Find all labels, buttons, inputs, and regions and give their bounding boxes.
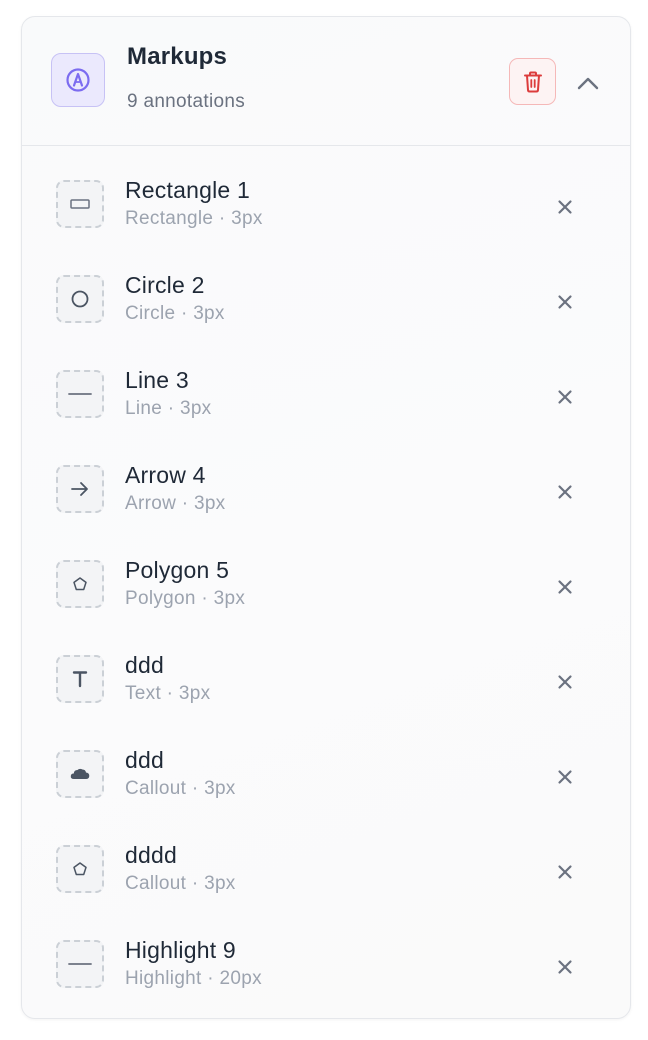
remove-annotation-button[interactable] bbox=[552, 479, 578, 505]
close-icon bbox=[557, 484, 573, 500]
annotation-item[interactable]: Highlight 9 Highlight · 20px bbox=[22, 906, 630, 1001]
close-icon bbox=[557, 199, 573, 215]
remove-annotation-button[interactable] bbox=[552, 289, 578, 315]
close-icon bbox=[557, 769, 573, 785]
remove-annotation-button[interactable] bbox=[552, 764, 578, 790]
annotation-name: Highlight 9 bbox=[125, 937, 236, 963]
trash-icon bbox=[522, 70, 544, 94]
annotation-meta: Highlight · 20px bbox=[125, 968, 262, 989]
annotation-item[interactable]: ddd Callout · 3px bbox=[22, 716, 630, 811]
collapse-button[interactable] bbox=[574, 69, 602, 97]
annotation-meta: Circle · 3px bbox=[125, 303, 225, 324]
chevron-up-icon bbox=[577, 76, 599, 90]
annotation-meta: Text · 3px bbox=[125, 683, 211, 704]
pentagon-icon bbox=[56, 560, 104, 608]
annotation-item[interactable]: Circle 2 Circle · 3px bbox=[22, 241, 630, 336]
remove-annotation-button[interactable] bbox=[552, 669, 578, 695]
annotation-item[interactable]: Line 3 Line · 3px bbox=[22, 336, 630, 431]
delete-all-button[interactable] bbox=[509, 58, 556, 105]
annotation-meta: Arrow · 3px bbox=[125, 493, 226, 514]
text-icon bbox=[56, 655, 104, 703]
close-icon bbox=[557, 674, 573, 690]
arrow-right-icon bbox=[56, 465, 104, 513]
cloud-icon bbox=[56, 750, 104, 798]
annotation-count: 9 annotations bbox=[127, 91, 245, 112]
panel-title: Markups bbox=[127, 43, 228, 70]
annotation-item[interactable]: dddd Callout · 3px bbox=[22, 811, 630, 906]
annotation-name: dddd bbox=[125, 842, 177, 868]
pentagon-icon bbox=[56, 845, 104, 893]
remove-annotation-button[interactable] bbox=[552, 574, 578, 600]
remove-annotation-button[interactable] bbox=[552, 384, 578, 410]
annotation-name: ddd bbox=[125, 747, 164, 773]
annotation-meta: Rectangle · 3px bbox=[125, 208, 263, 229]
circle-icon bbox=[56, 275, 104, 323]
annotation-item[interactable]: Polygon 5 Polygon · 3px bbox=[22, 526, 630, 621]
close-icon bbox=[557, 579, 573, 595]
line-icon bbox=[56, 940, 104, 988]
annotation-meta: Polygon · 3px bbox=[125, 588, 246, 609]
markups-panel: Markups 9 annotations Rectangle 1 Rectan… bbox=[21, 16, 631, 1019]
rectangle-icon bbox=[56, 180, 104, 228]
annotation-meta: Line · 3px bbox=[125, 398, 212, 419]
annotation-name: Circle 2 bbox=[125, 272, 205, 298]
markup-pen-icon bbox=[51, 53, 105, 107]
close-icon bbox=[557, 294, 573, 310]
annotation-item[interactable]: ddd Text · 3px bbox=[22, 621, 630, 716]
annotation-item[interactable]: Rectangle 1 Rectangle · 3px bbox=[22, 146, 630, 241]
close-icon bbox=[557, 389, 573, 405]
markups-header: Markups 9 annotations bbox=[22, 17, 630, 146]
annotation-name: Polygon 5 bbox=[125, 557, 230, 583]
remove-annotation-button[interactable] bbox=[552, 194, 578, 220]
annotation-meta: Callout · 3px bbox=[125, 873, 236, 894]
annotation-meta: Callout · 3px bbox=[125, 778, 236, 799]
close-icon bbox=[557, 864, 573, 880]
annotation-item[interactable]: Arrow 4 Arrow · 3px bbox=[22, 431, 630, 526]
line-icon bbox=[56, 370, 104, 418]
remove-annotation-button[interactable] bbox=[552, 859, 578, 885]
annotation-name: Arrow 4 bbox=[125, 462, 206, 488]
annotation-name: Line 3 bbox=[125, 367, 189, 393]
annotation-name: ddd bbox=[125, 652, 164, 678]
close-icon bbox=[557, 959, 573, 975]
annotation-name: Rectangle 1 bbox=[125, 177, 250, 203]
remove-annotation-button[interactable] bbox=[552, 954, 578, 980]
